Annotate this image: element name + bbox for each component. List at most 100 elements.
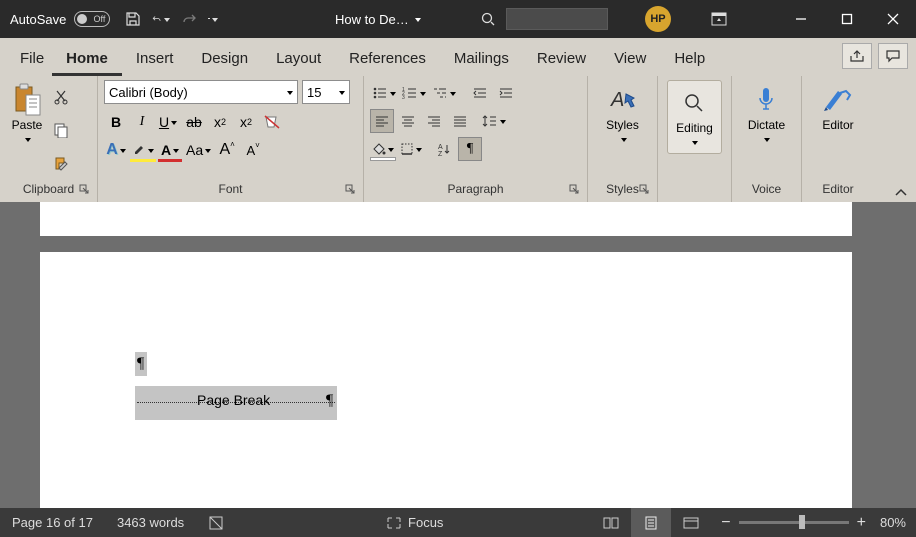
tab-insert[interactable]: Insert (122, 42, 188, 76)
bullets-button[interactable] (370, 81, 398, 105)
minimize-button[interactable] (778, 0, 824, 38)
cut-button[interactable] (50, 86, 72, 108)
tab-review[interactable]: Review (523, 42, 600, 76)
page-indicator[interactable]: Page 16 of 17 (0, 508, 105, 537)
editor-label: Editor (822, 182, 853, 196)
user-avatar[interactable]: HP (645, 6, 671, 32)
underline-button[interactable]: U (156, 110, 180, 134)
view-switcher (591, 508, 711, 537)
paragraph-launcher-icon[interactable] (569, 184, 581, 196)
autosave-label: AutoSave (10, 12, 66, 27)
voice-label: Voice (752, 182, 781, 196)
grow-font-button[interactable]: A˄ (215, 138, 239, 162)
subscript-button[interactable]: x2 (208, 110, 232, 134)
text-effects-button[interactable]: A (104, 138, 128, 162)
chevron-down-icon (690, 135, 698, 149)
show-hide-pilcrow-button[interactable]: ¶ (458, 137, 482, 161)
align-left-button[interactable] (370, 109, 394, 133)
tab-view[interactable]: View (600, 42, 660, 76)
decrease-indent-button[interactable] (468, 81, 492, 105)
chevron-down-icon (619, 132, 627, 146)
previous-page-edge (40, 202, 852, 236)
tab-file[interactable]: File (12, 42, 52, 76)
autosave-toggle[interactable]: Off (74, 11, 110, 27)
focus-mode-button[interactable]: Focus (374, 508, 455, 537)
change-case-button[interactable]: Aa (184, 138, 213, 162)
close-button[interactable] (870, 0, 916, 38)
svg-text:Z: Z (438, 151, 443, 156)
maximize-button[interactable] (824, 0, 870, 38)
editor-icon (821, 82, 855, 118)
format-painter-button[interactable] (50, 152, 72, 174)
search-area[interactable] (480, 6, 632, 32)
paste-button[interactable]: Paste (6, 80, 48, 148)
tab-help[interactable]: Help (660, 42, 719, 76)
dictate-button[interactable]: Dictate (744, 80, 789, 148)
sort-button[interactable]: AZ (432, 137, 456, 161)
read-mode-button[interactable] (591, 508, 631, 537)
save-icon[interactable] (124, 10, 142, 28)
group-editor: Editor Editor (802, 76, 874, 202)
editing-button[interactable]: Editing (667, 80, 722, 154)
ribbon-display-options-icon[interactable] (705, 5, 733, 33)
superscript-button[interactable]: x2 (234, 110, 258, 134)
styles-icon: A (606, 82, 640, 118)
numbering-button[interactable]: 123 (400, 81, 428, 105)
page[interactable]: ¶ Page Break ¶ (40, 252, 852, 508)
chevron-down-icon (337, 85, 345, 100)
line-spacing-button[interactable] (480, 109, 508, 133)
zoom-out-button[interactable]: − (721, 514, 730, 532)
align-center-button[interactable] (396, 109, 420, 133)
italic-button[interactable]: I (130, 110, 154, 134)
group-editing: Editing . (658, 76, 732, 202)
search-box[interactable] (506, 8, 608, 30)
collapse-ribbon-icon[interactable] (894, 188, 908, 198)
comments-button[interactable] (878, 43, 908, 69)
clipboard-label: Clipboard (23, 182, 74, 196)
spell-check-status[interactable] (196, 508, 238, 537)
share-button[interactable] (842, 43, 872, 69)
redo-icon[interactable] (180, 10, 198, 28)
search-icon (480, 11, 496, 27)
undo-icon[interactable] (152, 10, 170, 28)
zoom-percent[interactable]: 80% (880, 515, 906, 530)
editor-button[interactable]: Editor (817, 80, 859, 134)
web-layout-button[interactable] (671, 508, 711, 537)
group-font: Calibri (Body) 15 B I U ab x2 x2 A A Aa … (98, 76, 364, 202)
pilcrow-mark: ¶ (137, 355, 144, 373)
clear-formatting-button[interactable] (260, 110, 284, 134)
document-title[interactable]: How to De… (335, 12, 421, 27)
title-dropdown-icon (413, 12, 421, 27)
font-launcher-icon[interactable] (345, 184, 357, 196)
increase-indent-button[interactable] (494, 81, 518, 105)
justify-button[interactable] (448, 109, 472, 133)
tab-layout[interactable]: Layout (262, 42, 335, 76)
copy-button[interactable] (50, 119, 72, 141)
bold-button[interactable]: B (104, 110, 128, 134)
paragraph-label: Paragraph (447, 182, 503, 196)
clipboard-launcher-icon[interactable] (79, 184, 91, 196)
shrink-font-button[interactable]: A˅ (241, 138, 265, 162)
multilevel-list-button[interactable] (430, 81, 458, 105)
word-count[interactable]: 3463 words (105, 508, 196, 537)
font-size-combo[interactable]: 15 (302, 80, 350, 104)
font-name-combo[interactable]: Calibri (Body) (104, 80, 298, 104)
styles-button[interactable]: A Styles (602, 80, 644, 148)
styles-launcher-icon[interactable] (639, 184, 651, 196)
highlight-button[interactable] (130, 138, 156, 162)
microphone-icon (749, 82, 783, 118)
strikethrough-button[interactable]: ab (182, 110, 206, 134)
tab-design[interactable]: Design (187, 42, 262, 76)
print-layout-button[interactable] (631, 508, 671, 537)
shading-button[interactable] (370, 137, 396, 161)
align-right-button[interactable] (422, 109, 446, 133)
document-area[interactable]: ¶ Page Break ¶ (0, 202, 916, 508)
tab-references[interactable]: References (335, 42, 440, 76)
zoom-in-button[interactable]: + (857, 514, 866, 532)
tab-home[interactable]: Home (52, 42, 122, 76)
font-color-button[interactable]: A (158, 138, 182, 162)
tab-mailings[interactable]: Mailings (440, 42, 523, 76)
zoom-slider[interactable] (739, 521, 849, 524)
borders-button[interactable] (398, 137, 424, 161)
qat-customize-icon[interactable] (208, 10, 218, 28)
